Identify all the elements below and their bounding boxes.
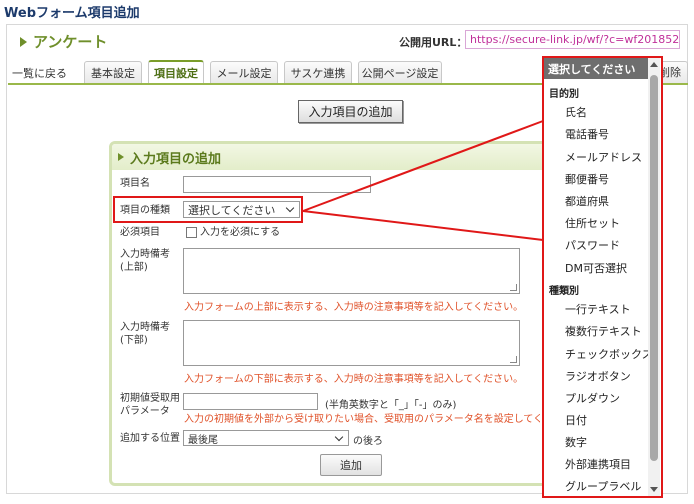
item-name-label: 項目名: [120, 178, 150, 189]
dropdown-option[interactable]: 住所セット: [565, 215, 620, 231]
required-checkbox-label: 入力を必須にする: [200, 227, 281, 238]
scrollbar-thumb[interactable]: [650, 75, 658, 461]
dropdown-option[interactable]: 都道府県: [565, 193, 609, 209]
item-type-label: 項目の種類: [120, 205, 170, 216]
note-top-textarea[interactable]: [183, 248, 520, 294]
tab-mail-settings[interactable]: メール設定: [210, 61, 278, 83]
app-title-text: アンケート: [33, 33, 108, 51]
dropdown-option[interactable]: ラジオボタン: [565, 368, 631, 384]
dropdown-group-purpose: 目的別: [549, 89, 579, 100]
dropdown-option[interactable]: 数字: [565, 434, 587, 450]
param-label: 初期値受取用: [120, 393, 180, 404]
dropdown-option[interactable]: チェックボックス: [565, 346, 653, 362]
param-sublabel: パラメータ: [120, 406, 170, 417]
add-input-item-button[interactable]: 入力項目の追加: [298, 100, 403, 123]
tab-basic-settings[interactable]: 基本設定: [84, 61, 142, 83]
note-top-help: 入力フォームの上部に表示する、入力時の注意事項等を記入してください。: [184, 302, 524, 313]
panel-title: 入力項目の追加: [130, 151, 222, 167]
dropdown-scrollbar[interactable]: [648, 58, 660, 496]
note-bottom-label: 入力時備考: [120, 322, 170, 333]
dropdown-option[interactable]: パスワード: [565, 237, 620, 253]
triangle-bullet-icon: [118, 153, 124, 161]
resize-grip-icon[interactable]: [510, 356, 517, 363]
scroll-up-arrow-icon[interactable]: [650, 62, 658, 67]
position-select[interactable]: 最後尾: [183, 430, 349, 446]
chevron-down-icon: [334, 432, 344, 441]
back-to-list-link[interactable]: 一覧に戻る: [12, 65, 67, 81]
public-url-field[interactable]: https://secure-link.jp/wf/?c=wf20185286: [465, 30, 680, 49]
dropdown-option[interactable]: 郵便番号: [565, 171, 609, 187]
page-heading: Webフォーム項目追加: [4, 6, 140, 21]
required-checkbox[interactable]: [186, 227, 197, 238]
add-submit-button[interactable]: 追加: [320, 454, 382, 476]
app-title: アンケート: [20, 31, 107, 52]
dropdown-option[interactable]: 電話番号: [565, 126, 609, 142]
note-top-sublabel: (上部): [120, 262, 148, 273]
dropdown-option[interactable]: メールアドレス: [565, 149, 642, 165]
dropdown-option[interactable]: 氏名: [565, 104, 587, 120]
note-bottom-help: 入力フォームの下部に表示する、入力時の注意事項等を記入してください。: [184, 374, 524, 385]
item-name-input[interactable]: [183, 176, 371, 193]
dropdown-option[interactable]: 日付: [565, 412, 587, 428]
param-format-note: (半角英数字と「_」「-」のみ): [325, 400, 457, 411]
dropdown-option[interactable]: 一行テキスト: [565, 301, 631, 317]
dropdown-option-selected[interactable]: 選択してください: [544, 58, 650, 79]
dropdown-option[interactable]: 複数行テキスト: [565, 323, 642, 339]
triangle-bullet-icon: [20, 36, 27, 47]
dropdown-option[interactable]: DM可否選択: [565, 260, 627, 276]
note-bottom-textarea[interactable]: [183, 320, 520, 366]
dropdown-option[interactable]: グループラベル: [565, 478, 641, 494]
note-top-label: 入力時備考: [120, 249, 170, 260]
item-type-select-value: 選択してください: [188, 203, 276, 217]
item-type-dropdown-list[interactable]: 選択してください 目的別 氏名 電話番号 メールアドレス 郵便番号 都道府県 住…: [542, 56, 663, 498]
position-suffix: の後ろ: [353, 436, 383, 447]
dropdown-group-type: 種類別: [549, 286, 579, 297]
chevron-down-icon: [285, 203, 295, 213]
param-help: 入力の初期値を外部から受け取りたい場合、受取用のパラメータ名を設定してください: [184, 414, 540, 425]
param-input[interactable]: [183, 393, 318, 410]
tab-public-page-settings[interactable]: 公開ページ設定: [358, 61, 442, 83]
public-url-label: 公開用URL：: [399, 36, 468, 49]
item-type-select[interactable]: 選択してください: [183, 201, 300, 218]
tab-item-settings[interactable]: 項目設定: [148, 60, 204, 84]
required-label: 必須項目: [120, 227, 160, 238]
scroll-down-arrow-icon[interactable]: [650, 487, 658, 492]
resize-grip-icon[interactable]: [510, 284, 517, 291]
dropdown-option[interactable]: プルダウン: [565, 390, 620, 406]
tab-saske-integration[interactable]: サスケ連携: [284, 61, 352, 83]
position-select-value: 最後尾: [188, 434, 218, 446]
note-bottom-sublabel: (下部): [120, 335, 148, 346]
dropdown-option[interactable]: 外部連携項目: [565, 456, 631, 472]
panel-header: 入力項目の追加: [112, 144, 576, 170]
position-label: 追加する位置: [120, 433, 180, 444]
